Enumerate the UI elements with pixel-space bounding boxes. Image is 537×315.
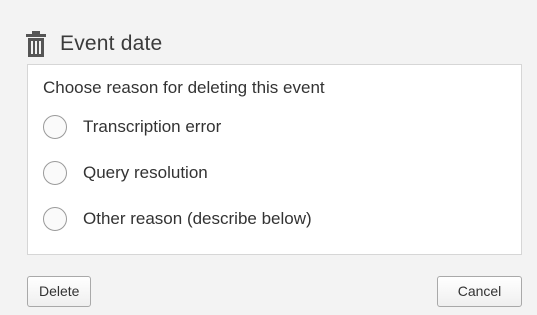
dialog-title: Event date — [60, 32, 163, 55]
option-label: Query resolution — [83, 163, 208, 182]
radio-button[interactable] — [43, 115, 67, 139]
option-label: Transcription error — [83, 117, 222, 136]
option-label: Other reason (describe below) — [83, 209, 312, 228]
delete-event-dialog: Event date Choose reason for deleting th… — [0, 0, 537, 315]
delete-button[interactable]: Delete — [27, 276, 92, 307]
cancel-button[interactable]: Cancel — [437, 276, 522, 307]
radio-button[interactable] — [43, 161, 67, 185]
reason-option-transcription-error[interactable]: Transcription error — [43, 115, 221, 139]
reason-option-other-reason[interactable]: Other reason (describe below) — [43, 207, 312, 231]
reason-panel: Choose reason for deleting this event Tr… — [27, 64, 522, 255]
reason-prompt: Choose reason for deleting this event — [43, 78, 325, 97]
reason-option-query-resolution[interactable]: Query resolution — [43, 161, 208, 185]
trash-icon — [26, 31, 46, 57]
radio-button[interactable] — [43, 207, 67, 231]
dialog-header: Event date — [26, 28, 162, 60]
